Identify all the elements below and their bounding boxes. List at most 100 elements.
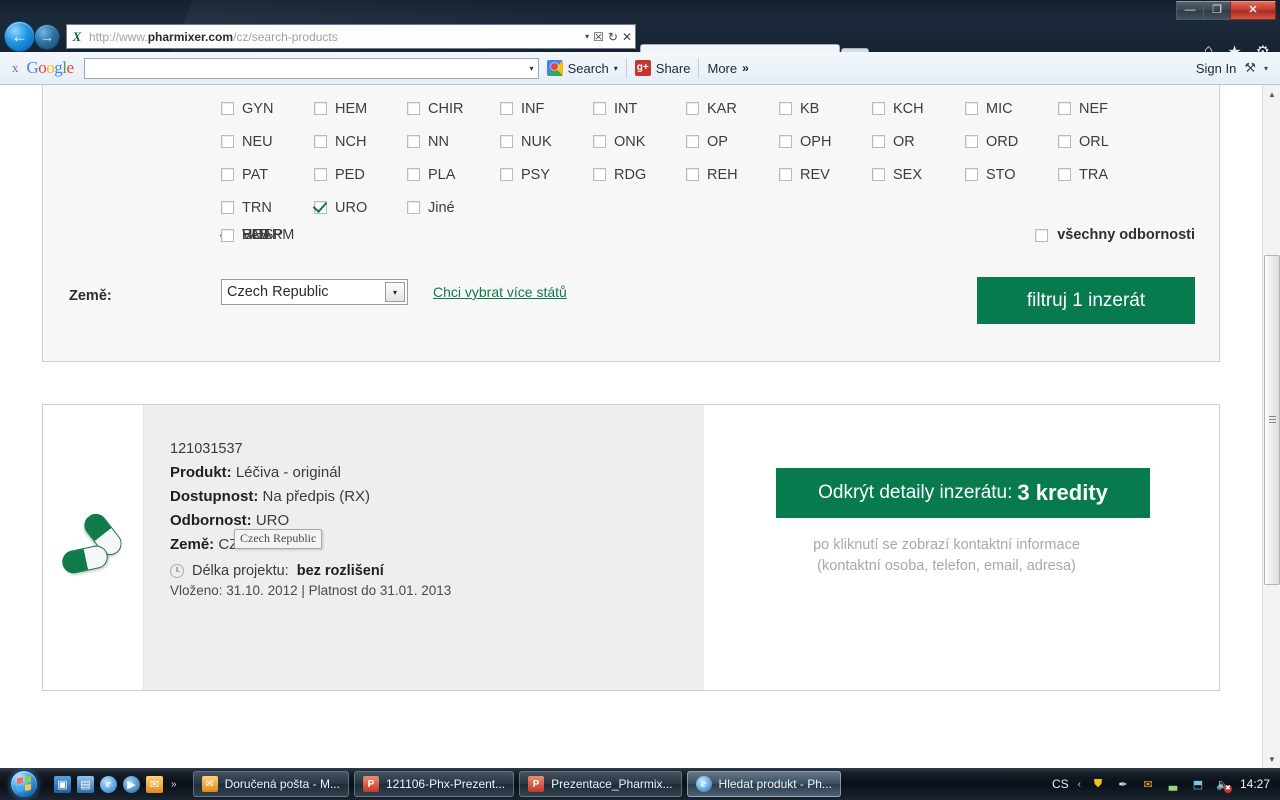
checkbox-jine[interactable]: Jiné bbox=[407, 200, 500, 216]
checkbox-box-jine[interactable] bbox=[407, 201, 420, 214]
checkbox-uro[interactable]: URO bbox=[314, 200, 407, 216]
checkbox-box-sto[interactable] bbox=[965, 168, 978, 181]
checkbox-box-ped[interactable] bbox=[314, 168, 327, 181]
checkbox-all-specialties[interactable]: všechny odbornosti bbox=[1035, 227, 1195, 243]
checkbox-box-rev[interactable] bbox=[779, 168, 792, 181]
checkbox-box-trn[interactable] bbox=[221, 201, 234, 214]
checkbox-kar[interactable]: KAR bbox=[686, 101, 779, 117]
checkbox-box-sex[interactable] bbox=[872, 168, 885, 181]
google-more-button[interactable]: More » bbox=[707, 61, 748, 76]
checkbox-box-nuk[interactable] bbox=[500, 135, 513, 148]
checkbox-rdg[interactable]: RDG bbox=[593, 167, 686, 183]
checkbox-op[interactable]: OP bbox=[686, 134, 779, 150]
taskbar-item-browser[interactable]: e Hledat produkt - Ph... bbox=[686, 771, 841, 797]
toolbar-options-caret-icon[interactable]: ▾ bbox=[1264, 64, 1268, 73]
taskbar-item-presentation-1[interactable]: P 121106-Phx-Prezent... bbox=[353, 771, 515, 797]
checkbox-nef[interactable]: NEF bbox=[1058, 101, 1151, 117]
checkbox-box-gyn[interactable] bbox=[221, 102, 234, 115]
scroll-up-arrow-icon[interactable]: ▲ bbox=[1263, 85, 1280, 103]
checkbox-trn[interactable]: TRN bbox=[221, 200, 314, 216]
checkbox-mic[interactable]: MIC bbox=[965, 101, 1058, 117]
checkbox-box-kb[interactable] bbox=[779, 102, 792, 115]
google-search-input[interactable]: ▾ bbox=[83, 57, 539, 79]
search-history-caret-icon[interactable]: ▾ bbox=[530, 64, 534, 73]
battery-icon[interactable]: ▃ bbox=[1165, 776, 1181, 792]
page-scrollbar[interactable]: ▲ ▼ bbox=[1262, 85, 1280, 768]
pen-icon[interactable]: ✒ bbox=[1115, 776, 1131, 792]
checkbox-box-vet[interactable] bbox=[221, 228, 234, 242]
checkbox-box-uro[interactable] bbox=[314, 201, 327, 214]
show-desktop-icon[interactable]: ▤ bbox=[77, 775, 94, 793]
address-dropdown-icon[interactable]: ▾ bbox=[585, 32, 589, 41]
checkbox-gyn[interactable]: GYN bbox=[221, 101, 314, 117]
toolbar-close-icon[interactable]: x bbox=[8, 60, 27, 76]
checkbox-kb[interactable]: KB bbox=[779, 101, 872, 117]
checkbox-ped[interactable]: PED bbox=[314, 167, 407, 183]
checkbox-box-oph[interactable] bbox=[779, 135, 792, 148]
checkbox-pla[interactable]: PLA bbox=[407, 167, 500, 183]
checkbox-box-orl[interactable] bbox=[1058, 135, 1071, 148]
country-select[interactable]: Czech Republic ▾ bbox=[221, 279, 408, 305]
checkbox-box-pla[interactable] bbox=[407, 168, 420, 181]
chevron-down-icon[interactable]: ▾ bbox=[614, 64, 618, 73]
checkbox-box-hem[interactable] bbox=[314, 102, 327, 115]
checkbox-box-pat[interactable] bbox=[221, 168, 234, 181]
country-select-arrow[interactable]: ▾ bbox=[385, 282, 405, 302]
favorites-star-icon[interactable]: ★ bbox=[1227, 42, 1241, 52]
taskbar-item-presentation-2[interactable]: P Prezentace_Pharmix... bbox=[519, 771, 682, 797]
network-icon[interactable]: ⬒ bbox=[1190, 776, 1206, 792]
checkbox-ord[interactable]: ORD bbox=[965, 134, 1058, 150]
checkbox-onk[interactable]: ONK bbox=[593, 134, 686, 150]
forward-button[interactable]: → bbox=[34, 24, 60, 50]
checkbox-rev[interactable]: REV bbox=[779, 167, 872, 183]
checkbox-orl[interactable]: ORL bbox=[1058, 134, 1151, 150]
outlook-icon[interactable]: ✉ bbox=[146, 775, 163, 793]
checkbox-nch[interactable]: NCH bbox=[314, 134, 407, 150]
checkbox-neu[interactable]: NEU bbox=[221, 134, 314, 150]
more-states-link[interactable]: Chci vybrat více států bbox=[433, 284, 567, 300]
browser-tab-active[interactable]: X Hledat produkt - Pharmixer... × bbox=[640, 44, 840, 52]
checkbox-box-rdg[interactable] bbox=[593, 168, 606, 181]
checkbox-box-tra[interactable] bbox=[1058, 168, 1071, 181]
checkbox-box-reh[interactable] bbox=[686, 168, 699, 181]
checkbox-box-or[interactable] bbox=[872, 135, 885, 148]
scroll-down-arrow-icon[interactable]: ▼ bbox=[1263, 750, 1280, 768]
checkbox-tra[interactable]: TRA bbox=[1058, 167, 1151, 183]
settings-gear-icon[interactable]: ⚙ bbox=[1256, 42, 1270, 52]
internet-explorer-icon[interactable]: e bbox=[100, 775, 117, 793]
google-search-button[interactable]: Search ▾ bbox=[546, 60, 618, 76]
home-icon[interactable]: ⌂ bbox=[1204, 42, 1214, 52]
checkbox-or[interactable]: OR bbox=[872, 134, 965, 150]
checkbox-sto[interactable]: STO bbox=[965, 167, 1058, 183]
checkbox-oph[interactable]: OPH bbox=[779, 134, 872, 150]
start-button[interactable] bbox=[2, 769, 46, 799]
checkbox-box-mic[interactable] bbox=[965, 102, 978, 115]
taskbar-clock[interactable]: 14:27 bbox=[1240, 777, 1270, 791]
checkbox-chir[interactable]: CHIR bbox=[407, 101, 500, 117]
quick-launch-overflow-icon[interactable]: » bbox=[171, 779, 177, 790]
checkbox-box-nef[interactable] bbox=[1058, 102, 1071, 115]
checkbox-hem[interactable]: HEM bbox=[314, 101, 407, 117]
checkbox-box-kch[interactable] bbox=[872, 102, 885, 115]
checkbox-box-inf[interactable] bbox=[500, 102, 513, 115]
checkbox-nn[interactable]: NN bbox=[407, 134, 500, 150]
tray-overflow-icon[interactable]: ‹ bbox=[1078, 779, 1081, 790]
back-button[interactable]: ← bbox=[4, 21, 35, 52]
windows-media-player-icon[interactable]: ▶ bbox=[123, 775, 140, 793]
filter-submit-button[interactable]: filtruj 1 inzerát bbox=[977, 277, 1195, 324]
google-share-button[interactable]: g+ Share bbox=[634, 60, 690, 76]
refresh-icon[interactable]: ↻ bbox=[608, 30, 618, 44]
security-shield-icon[interactable]: ⛊ bbox=[1090, 776, 1106, 792]
checkbox-box-op[interactable] bbox=[686, 135, 699, 148]
reveal-details-button[interactable]: Odkrýt detaily inzerátu: 3 kredity bbox=[776, 468, 1150, 518]
checkbox-box-ord[interactable] bbox=[965, 135, 978, 148]
checkbox-box-kar[interactable] bbox=[686, 102, 699, 115]
checkbox-box-all-specialties[interactable] bbox=[1035, 228, 1049, 242]
sign-in-link[interactable]: Sign In bbox=[1196, 61, 1236, 76]
stop-icon[interactable]: ✕ bbox=[622, 30, 632, 44]
checkbox-box-nch[interactable] bbox=[314, 135, 327, 148]
compatibility-view-icon[interactable]: ☒ bbox=[593, 30, 604, 44]
volume-icon[interactable]: 🔈 ✖ bbox=[1215, 776, 1232, 793]
checkbox-psy[interactable]: PSY bbox=[500, 167, 593, 183]
checkbox-box-int[interactable] bbox=[593, 102, 606, 115]
